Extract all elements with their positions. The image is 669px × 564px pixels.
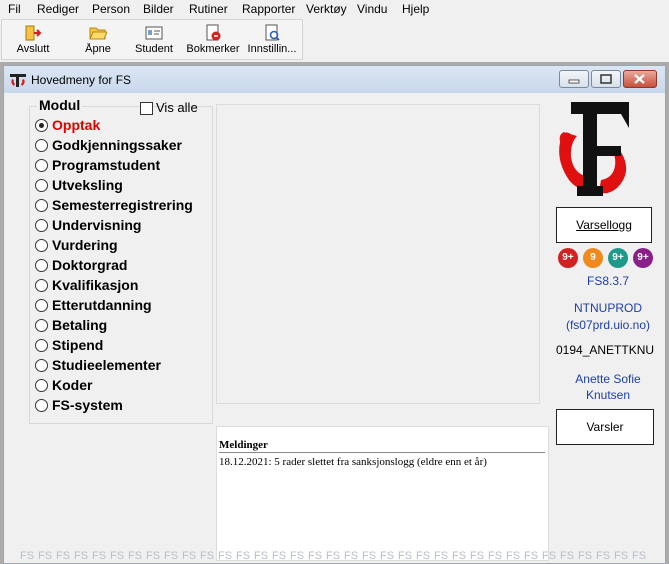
badge-orange[interactable]: 9 xyxy=(583,248,603,268)
toolbar: Avslutt Åpne Student Bokmerker Innstilli… xyxy=(1,19,303,60)
menu-hjelp[interactable]: Hjelp xyxy=(402,2,429,16)
database-label: NTNUPROD xyxy=(574,301,642,315)
menu-vindu[interactable]: Vindu xyxy=(357,2,387,16)
close-icon xyxy=(634,74,645,84)
modul-radio-programstudent[interactable]: Programstudent xyxy=(35,156,215,174)
user-name-line2: Knutsen xyxy=(585,388,631,402)
checkbox-box xyxy=(140,102,153,115)
window-title: Hovedmeny for FS xyxy=(31,73,132,87)
radio-button xyxy=(35,139,48,152)
modul-radio-vurdering[interactable]: Vurdering xyxy=(35,236,215,254)
mdi-workspace: Hovedmeny for FS Modul Vis alle Opptak G… xyxy=(0,62,669,564)
folder-open-icon xyxy=(89,27,107,40)
radio-button xyxy=(35,239,48,252)
modul-radio-studieelementer[interactable]: Studieelementer xyxy=(35,356,215,374)
bookmark-icon xyxy=(206,24,221,41)
fs-app-icon xyxy=(10,74,26,87)
menu-bar: Fil Rediger Person Bilder Rutiner Rappor… xyxy=(0,0,669,18)
window-client: Modul Vis alle Opptak Godkjenningssaker … xyxy=(8,96,661,561)
modul-radio-opptak[interactable]: Opptak xyxy=(35,116,215,134)
student-button[interactable]: Student xyxy=(130,21,178,58)
radio-button xyxy=(35,399,48,412)
modul-radio-betaling[interactable]: Betaling xyxy=(35,316,215,334)
messages-header: Meldinger xyxy=(219,439,268,451)
modul-radio-undervisning[interactable]: Undervisning xyxy=(35,216,215,234)
menu-rediger[interactable]: Rediger xyxy=(37,2,79,16)
radio-button xyxy=(35,119,48,132)
modul-radio-stipend[interactable]: Stipend xyxy=(35,336,215,354)
modul-radio-koder[interactable]: Koder xyxy=(35,376,215,394)
radio-button xyxy=(35,379,48,392)
menu-bilder[interactable]: Bilder xyxy=(143,2,174,16)
content-panel xyxy=(216,104,540,404)
id-card-icon xyxy=(145,26,163,40)
user-id-label: 0194_ANETTKNU xyxy=(556,343,655,357)
open-button[interactable]: Åpne xyxy=(75,21,121,58)
fs-watermark-strip: FS FS FS FS FS FS FS FS FS FS FS FS FS F… xyxy=(20,550,647,561)
radio-button xyxy=(35,299,48,312)
radio-button xyxy=(35,219,48,232)
menu-fil[interactable]: Fil xyxy=(8,2,21,16)
radio-button xyxy=(35,279,48,292)
badge-red[interactable]: 9+ xyxy=(558,248,578,268)
user-id-clip: 0194_ANETTKNU xyxy=(556,343,661,359)
fs-logo xyxy=(559,102,629,196)
modul-radio-doktorgrad[interactable]: Doktorgrad xyxy=(35,256,215,274)
badge-teal[interactable]: 9+ xyxy=(608,248,628,268)
radio-button xyxy=(35,199,48,212)
modul-radio-utveksling[interactable]: Utveksling xyxy=(35,176,215,194)
menu-rapporter[interactable]: Rapporter xyxy=(242,2,295,16)
minimize-button[interactable] xyxy=(559,70,589,88)
varsler-button[interactable]: Varsler xyxy=(556,409,654,445)
user-name-line1: Anette Sofie xyxy=(575,372,641,386)
close-button[interactable] xyxy=(623,70,657,88)
menu-verktoy[interactable]: Verktøy xyxy=(306,2,347,16)
exit-button[interactable]: Avslutt xyxy=(10,21,56,58)
radio-button xyxy=(35,259,48,272)
main-menu-window: Hovedmeny for FS Modul Vis alle Opptak G… xyxy=(3,65,666,564)
modul-group-title: Modul xyxy=(37,97,83,113)
menu-rutiner[interactable]: Rutiner xyxy=(189,2,228,16)
minimize-icon xyxy=(568,79,580,84)
settings-button[interactable]: Innstillin... xyxy=(243,21,301,58)
radio-button xyxy=(35,339,48,352)
divider xyxy=(219,452,545,453)
host-label: (fs07prd.uio.no) xyxy=(565,318,651,332)
bookmarks-button[interactable]: Bokmerker xyxy=(185,21,241,58)
modul-radio-godkjenningssaker[interactable]: Godkjenningssaker xyxy=(35,136,215,154)
radio-button xyxy=(35,179,48,192)
maximize-icon xyxy=(600,74,612,84)
maximize-button[interactable] xyxy=(591,70,621,88)
modul-radio-semesterregistrering[interactable]: Semesterregistrering xyxy=(35,196,215,214)
modul-radio-fs-system[interactable]: FS-system xyxy=(35,396,215,414)
radio-button xyxy=(35,159,48,172)
settings-document-icon xyxy=(265,24,280,41)
modul-radio-etterutdanning[interactable]: Etterutdanning xyxy=(35,296,215,314)
badge-purple[interactable]: 9+ xyxy=(633,248,653,268)
version-label: FS8.3.7 xyxy=(586,274,630,288)
message-line: 18.12.2021: 5 rader slettet fra sanksjon… xyxy=(219,456,487,468)
varsellogg-button[interactable]: Varsellogg xyxy=(556,207,652,243)
radio-button xyxy=(35,359,48,372)
modul-radio-kvalifikasjon[interactable]: Kvalifikasjon xyxy=(35,276,215,294)
window-titlebar[interactable]: Hovedmeny for FS xyxy=(4,66,665,93)
radio-button xyxy=(35,319,48,332)
menu-person[interactable]: Person xyxy=(92,2,130,16)
exit-icon xyxy=(25,25,42,41)
